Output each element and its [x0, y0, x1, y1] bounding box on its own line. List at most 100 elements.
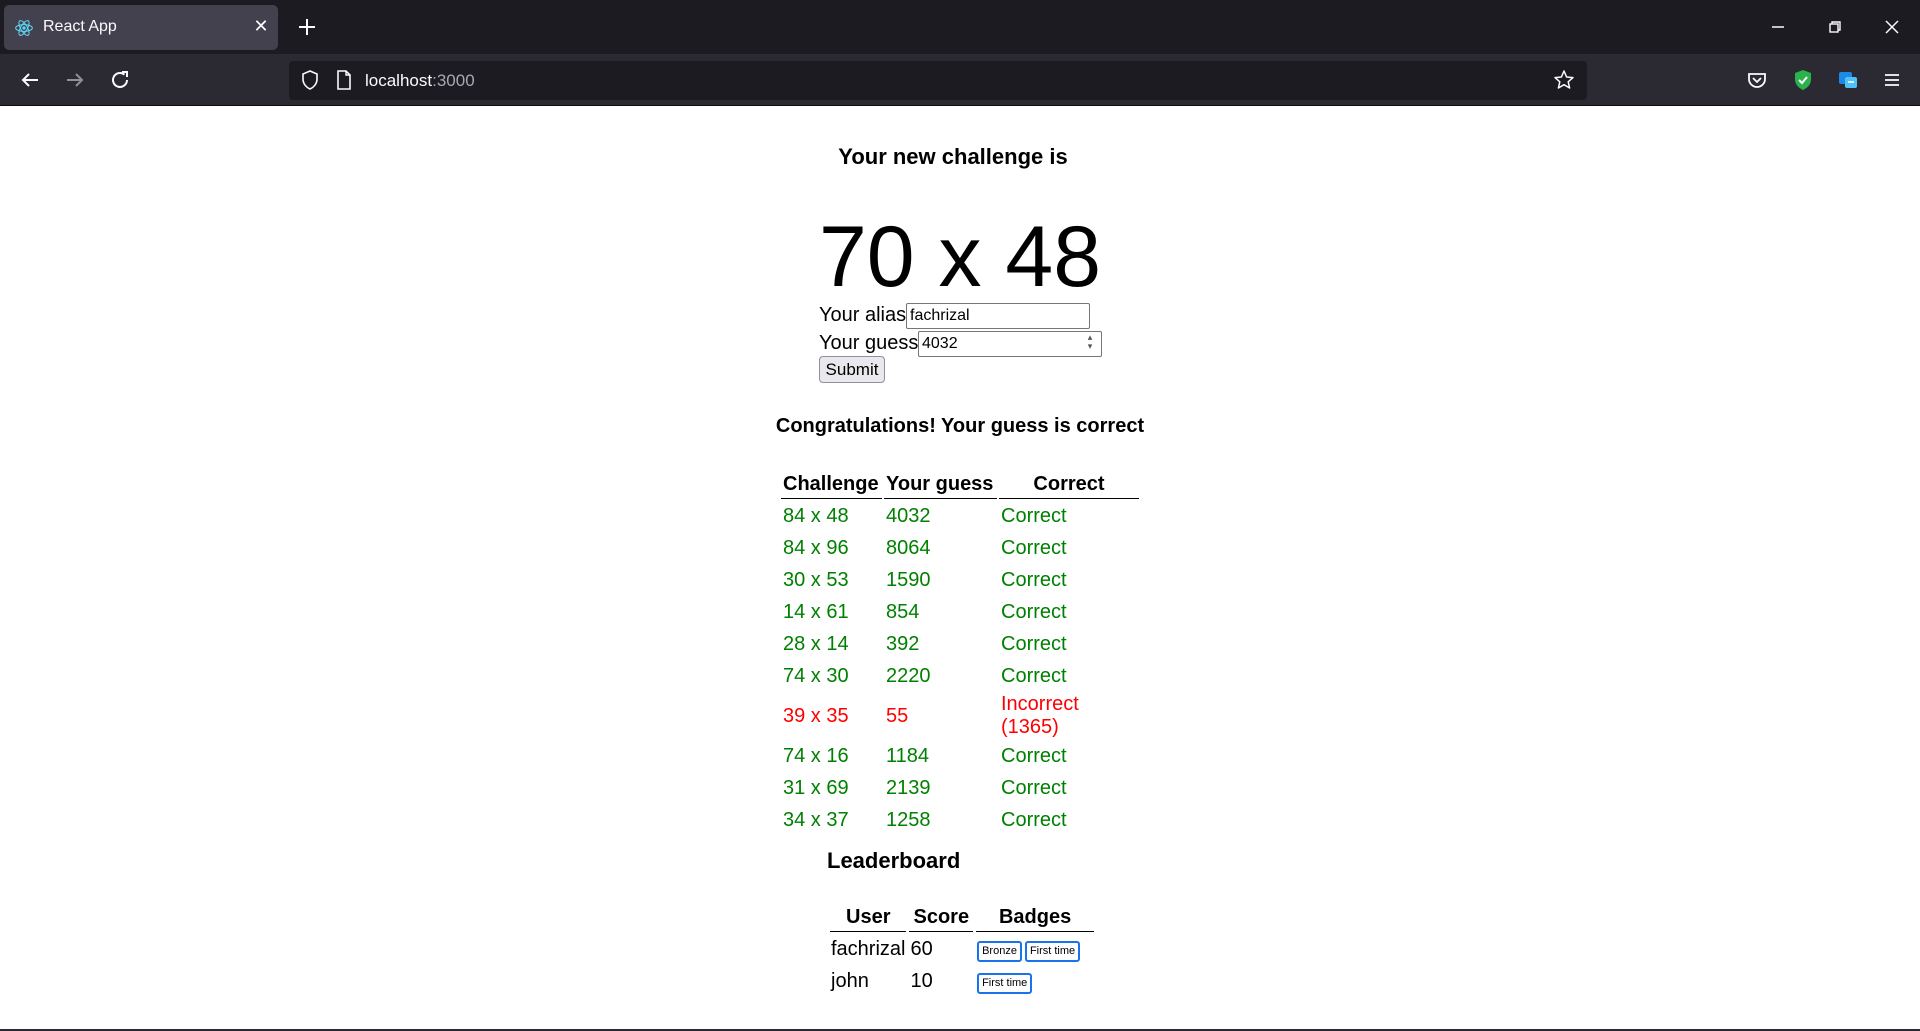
header-score: Score	[909, 904, 974, 932]
badge: First time	[1024, 940, 1081, 962]
url-host: localhost	[365, 71, 433, 90]
leaderboard-user: john	[831, 969, 869, 992]
attempt-result: Correct	[1001, 776, 1067, 799]
attempt-result: Correct	[1001, 632, 1067, 655]
bookmark-star-icon[interactable]	[1553, 69, 1575, 91]
alias-label: Your alias:	[819, 304, 912, 326]
attempt-guess: 1590	[886, 568, 931, 591]
guess-input[interactable]	[918, 331, 1102, 357]
attempt-challenge: 34 x 37	[783, 808, 849, 831]
attempt-guess: 1184	[886, 744, 930, 767]
leaderboard-title: Leaderboard	[827, 848, 961, 873]
submit-button[interactable]: Submit	[819, 356, 885, 383]
leaderboard-header-row: User Score Badges	[830, 904, 1095, 932]
browser-toolbar: localhost:3000	[0, 54, 1920, 106]
attempt-result: Correct	[1001, 808, 1067, 831]
attempt-row: 30 x 53 1590 Correct	[781, 565, 1139, 595]
attempt-guess: 2139	[886, 776, 931, 799]
forward-arrow-icon[interactable]	[61, 66, 89, 94]
attempt-guess: 8064	[886, 536, 931, 559]
attempt-challenge: 74 x 16	[783, 744, 849, 767]
attempts-table: Challenge Your guess Correct 84 x 48 4032…	[779, 469, 1141, 837]
badge: Bronze	[977, 940, 1022, 962]
leaderboard-row: fachrizal 60 Bronze First time	[830, 934, 1094, 964]
new-tab-icon[interactable]	[292, 12, 322, 42]
leaderboard-body: fachrizal 60 Bronze First time john 10 First t…	[830, 934, 1094, 996]
attempt-result: Correct	[1001, 664, 1067, 687]
attempt-result: Incorrect (1365)	[1001, 693, 1079, 738]
attempt-challenge: 74 x 30	[783, 664, 849, 687]
alias-row: Your alias:	[819, 302, 1090, 329]
back-arrow-icon[interactable]	[16, 66, 44, 94]
header-challenge: Challenge	[781, 471, 882, 499]
translate-extension-icon[interactable]	[1834, 66, 1862, 94]
header-guess: Your guess	[884, 471, 997, 499]
attempt-challenge: 14 x 61	[783, 600, 849, 623]
page-content: Your new challenge is 70 x 48 Your alias…	[0, 107, 1920, 1031]
attempt-row: 28 x 14 392 Correct	[781, 629, 1139, 659]
attempt-result: Correct	[1001, 536, 1067, 559]
challenge-heading: Your new challenge is	[838, 144, 1068, 169]
leaderboard-user: fachrizal	[831, 937, 906, 960]
leaderboard-row: john 10 First time	[830, 966, 1094, 996]
minimize-icon[interactable]	[1763, 12, 1793, 42]
url-text: localhost:3000	[365, 71, 475, 91]
attempt-row: 74 x 30 2220 Correct	[781, 661, 1139, 691]
attempt-row: 74 x 16 1184 Correct	[781, 741, 1139, 771]
page-info-icon[interactable]	[333, 69, 355, 91]
attempt-challenge: 30 x 53	[783, 568, 849, 591]
attempt-guess: 55	[886, 704, 909, 727]
attempt-challenge: 39 x 35	[783, 704, 849, 727]
close-tab-icon[interactable]: ✕	[250, 16, 272, 38]
leaderboard-score: 60	[910, 937, 933, 960]
challenge-text: 70 x 48	[818, 209, 1102, 305]
attempt-guess: 1258	[886, 808, 931, 831]
close-window-icon[interactable]	[1877, 12, 1907, 42]
leaderboard-badges: First time	[976, 966, 1094, 996]
attempt-challenge: 84 x 96	[783, 536, 849, 559]
attempt-row: 84 x 96 8064 Correct	[781, 533, 1139, 563]
attempts-body: 84 x 48 4032 Correct 84 x 96 8064 Correct 30 x…	[781, 501, 1139, 835]
leaderboard-badges: Bronze First time	[976, 934, 1094, 964]
guess-label: Your guess:	[819, 332, 924, 354]
pocket-icon[interactable]	[1743, 66, 1771, 94]
leaderboard-table: User Score Badges fachrizal 60 Bronze First…	[827, 902, 1097, 998]
url-port: :3000	[432, 71, 475, 90]
attempt-result: Correct	[1001, 744, 1067, 767]
attempt-guess: 4032	[886, 504, 931, 527]
attempt-challenge: 84 x 48	[783, 504, 849, 527]
attempt-challenge: 28 x 14	[783, 632, 849, 655]
attempt-row: 34 x 37 1258 Correct	[781, 805, 1139, 835]
alias-input[interactable]	[906, 303, 1090, 329]
leaderboard-score: 10	[910, 969, 933, 992]
header-user: User	[830, 904, 907, 932]
header-badges: Badges	[976, 904, 1095, 932]
attempt-result: Correct	[1001, 568, 1067, 591]
attempts-header-row: Challenge Your guess Correct	[781, 471, 1139, 499]
guess-row: Your guess: ▴▾	[819, 330, 1102, 357]
adblock-shield-icon[interactable]	[1789, 66, 1817, 94]
attempt-challenge: 31 x 69	[783, 776, 849, 799]
header-correct: Correct	[999, 471, 1139, 499]
react-logo-icon	[15, 20, 33, 36]
attempt-result: Correct	[1001, 504, 1067, 527]
menu-icon[interactable]	[1878, 66, 1906, 94]
attempt-guess: 854	[886, 600, 920, 623]
shield-icon[interactable]	[299, 69, 321, 91]
attempt-row: 39 x 35 55 Incorrect (1365)	[781, 693, 1139, 739]
browser-tab-bar: React App ✕	[0, 0, 1920, 54]
address-bar[interactable]: localhost:3000	[289, 61, 1587, 100]
attempt-row: 31 x 69 2139 Correct	[781, 773, 1139, 803]
badge: First time	[977, 972, 1033, 994]
attempt-guess: 2220	[886, 664, 931, 687]
attempt-row: 84 x 48 4032 Correct	[781, 501, 1139, 531]
tab-title: React App	[43, 18, 117, 35]
attempt-row: 14 x 61 854 Correct	[781, 597, 1139, 627]
result-message: Congratulations! Your guess is correct	[775, 415, 1145, 437]
attempt-guess: 392	[886, 632, 920, 655]
browser-tab[interactable]: React App ✕	[4, 5, 278, 50]
attempt-result: Correct	[1001, 600, 1067, 623]
restore-icon[interactable]	[1820, 12, 1850, 42]
reload-icon[interactable]	[106, 66, 134, 94]
number-spinner-icon[interactable]: ▴ ▾	[1082, 333, 1098, 351]
